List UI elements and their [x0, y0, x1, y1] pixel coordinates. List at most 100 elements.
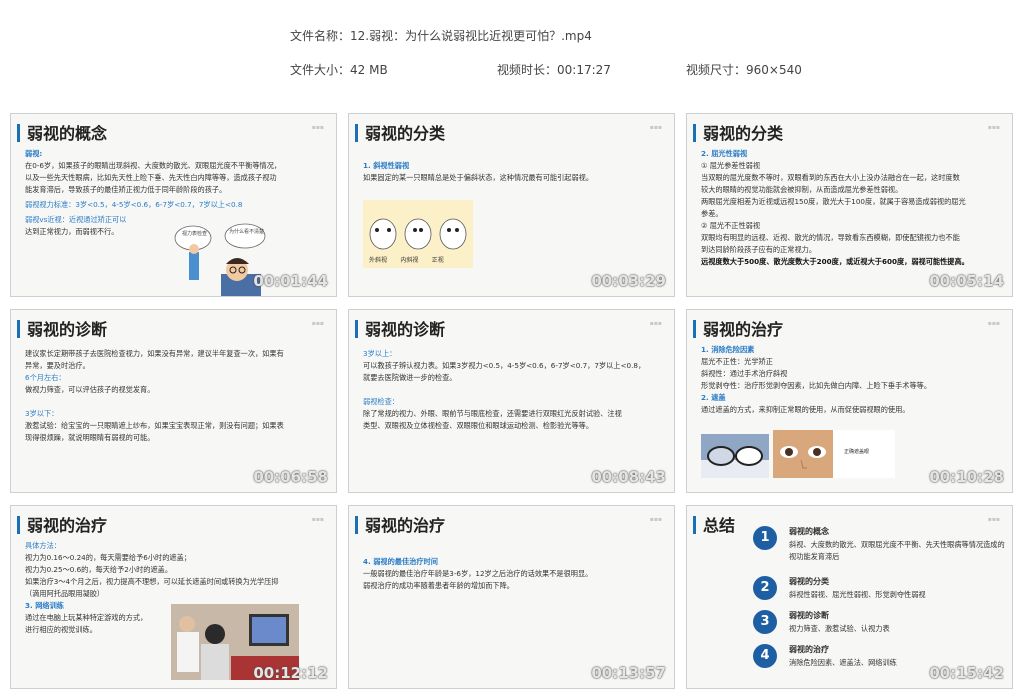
watermark: ▪▪▪: [649, 516, 662, 523]
slide-line: 屈光不正性：光学矫正: [701, 357, 773, 366]
strabismus-labels: 外斜视 内斜视 正视: [369, 255, 479, 264]
summary-desc: 斜视、大度数的散光、双眼屈光度不平衡、先天性眼病等情况造成的视功能发育滞后: [789, 540, 1005, 561]
dimensions-row: 视频尺寸：960×540: [686, 61, 802, 78]
thumbnail-6[interactable]: 弱视的治疗 ▪▪▪ 1. 消除危险因素 屈光不正性：光学矫正 斜视性：通过手术治…: [686, 309, 1013, 493]
title-bar-accent: [355, 124, 358, 142]
file-size-row: 文件大小：42 MB: [290, 61, 388, 78]
title-bar-accent: [17, 320, 20, 338]
slide-line: [363, 384, 664, 396]
title-bar-accent: [693, 320, 696, 338]
timestamp: 00:10:28: [929, 468, 1004, 486]
slide-line: 1. 斜视性弱视: [363, 161, 410, 170]
slide-body: 建议家长定期带孩子去医院检查视力，如果没有异常，建议半年复查一次，如果有 异常，…: [25, 348, 326, 444]
slide-title: 弱视的治疗: [365, 516, 446, 535]
slide-line: 现得很烦躁，就说明眼睛有弱视的可能。: [25, 433, 155, 442]
slide-line: ② 屈光不正性弱视: [701, 221, 761, 230]
slide-line: 6个月左右：: [25, 373, 66, 382]
slide-line: 一般弱视的最佳治疗年龄是3-6岁，12岁之后治疗的话效果不是很明显。: [363, 569, 593, 578]
thumbnail-3[interactable]: 弱视的分类 ▪▪▪ 2. 屈光性弱视 ① 屈光参差性弱视 当双眼的屈光度数不等时…: [686, 113, 1013, 297]
slide-line: 在0-6岁，如果孩子的眼睛出现斜视、大度数的散光、双眼屈光度不平衡等情况，: [25, 161, 282, 170]
title-bar-accent: [355, 320, 358, 338]
slide-line: 除了常规的视力、外眼、眼前节与眼底检查，还需要进行双眼红光反射试验、注视: [363, 409, 622, 418]
timestamp: 00:12:12: [253, 664, 328, 682]
slide-line: 形觉剥夺性：治疗形觉剥夺因素，比如先做白内障、上睑下垂手术等等。: [701, 381, 932, 390]
slide-body: 4. 弱视的最佳治疗时间 一般弱视的最佳治疗年龄是3-6岁，12岁之后治疗的话效…: [363, 556, 664, 592]
watermark: ▪▪▪: [311, 124, 324, 131]
patch-label: 正确遮盖眼: [844, 449, 870, 455]
slide-line: 弱视视力标准：3岁<0.5，4-5岁<0.6，6-7岁<0.7，7岁以上<0.8: [25, 200, 243, 209]
file-name-label: 文件名称：: [290, 29, 351, 43]
number-badge: 1: [753, 526, 777, 550]
slide-line: 能发育滞后，导致孩子的最佳矫正视力低于同年龄阶段的孩子。: [25, 185, 227, 194]
duration-label: 视频时长：: [497, 63, 558, 77]
number-badge: 2: [753, 576, 777, 600]
label-exotropia: 外斜视: [369, 257, 388, 264]
file-size-label: 文件大小：: [290, 63, 351, 77]
slide-title: 弱视的治疗: [27, 516, 108, 535]
watermark: ▪▪▪: [311, 516, 324, 523]
slide-title: 弱视的分类: [703, 124, 784, 143]
summary-desc: 斜视性弱视、屈光性弱视、形觉剥夺性弱视: [789, 590, 926, 599]
title-bar-accent: [17, 124, 20, 142]
slide-title: 弱视的诊断: [365, 320, 446, 339]
thumbnail-grid: 弱视的概念 ▪▪▪ 弱视: 在0-6岁，如果孩子的眼睛出现斜视、大度数的散光、双…: [10, 113, 1016, 693]
watermark: ▪▪▪: [311, 320, 324, 327]
slide-body: 1. 斜视性弱视 如果固定的某一只眼睛总是处于偏斜状态，这种情况最有可能引起弱视…: [363, 160, 664, 184]
slide-line: 就要去医院做进一步的检查。: [363, 373, 457, 382]
slide-line: 以及一些先天性眼病，比如先天性上睑下垂、先天性白内障等等，造成孩子视功: [25, 173, 277, 182]
slide-line: ① 屈光参差性弱视: [701, 161, 761, 170]
label-orthotropia: 正视: [431, 257, 444, 264]
speech-bubble: 视力表检查: [182, 231, 208, 237]
title-bar-accent: [355, 516, 358, 534]
thumbnail-7[interactable]: 弱视的治疗 ▪▪▪ 具体方法： 视力为0.16～0.24的，每天需要给予6小时的…: [10, 505, 337, 689]
thumbnail-1[interactable]: 弱视的概念 ▪▪▪ 弱视: 在0-6岁，如果孩子的眼睛出现斜视、大度数的散光、双…: [10, 113, 337, 297]
timestamp: 00:13:57: [591, 664, 666, 682]
slide-body: 2. 屈光性弱视 ① 屈光参差性弱视 当双眼的屈光度数不等时，双眼看到的东西在大…: [701, 148, 1002, 268]
slide-line: 远视度数大于500度、散光度数大于200度，或近视大于600度，弱视可能性提高。: [701, 257, 969, 266]
timestamp: 00:05:14: [929, 272, 1004, 290]
thumbnail-4[interactable]: 弱视的诊断 ▪▪▪ 建议家长定期带孩子去医院检查视力，如果没有异常，建议半年复查…: [10, 309, 337, 493]
timestamp: 00:06:58: [253, 468, 328, 486]
slide-line: 斜视性：通过手术治疗斜视: [701, 369, 788, 378]
duration-row: 视频时长：00:17:27: [497, 61, 611, 78]
timestamp: 00:15:42: [929, 664, 1004, 682]
slide-line: 1. 消除危险因素: [701, 345, 755, 354]
summary-heading: 弱视的诊断: [789, 611, 829, 620]
thumbnail-5[interactable]: 弱视的诊断 ▪▪▪ 3岁以上： 可以教孩子辨认视力表。如果3岁视力<0.5，4-…: [348, 309, 675, 493]
slide-line: 3岁以下：: [25, 409, 59, 418]
slide-title: 弱视的概念: [27, 124, 108, 143]
slide-line: 视力为0.25～0.6的，每天给予2小时的遮盖。: [25, 565, 173, 574]
slide-line: [25, 396, 326, 408]
slide-line: （滴用阿托品眼用凝胶）: [25, 589, 105, 598]
summary-desc: 视力筛查、激惹试验、认视力表: [789, 624, 890, 633]
slide-line: 4. 弱视的最佳治疗时间: [363, 557, 438, 566]
watermark: ▪▪▪: [649, 124, 662, 131]
duration-value: 00:17:27: [557, 63, 611, 77]
number-badge: 4: [753, 644, 777, 668]
title-bar-accent: [693, 124, 696, 142]
slide-line: 激惹试验：给宝宝的一只眼睛遮上纱布，如果宝宝表现正常，则没有问题；如果表: [25, 421, 284, 430]
slide-line: 通过遮盖的方式，来抑制正常眼的使用，从而促使弱视眼的使用。: [701, 405, 910, 414]
dimensions-value: 960×540: [746, 63, 802, 77]
slide-title: 总结: [703, 516, 736, 535]
number-badge: 3: [753, 610, 777, 634]
thumbnail-2[interactable]: 弱视的分类 ▪▪▪ 1. 斜视性弱视 如果固定的某一只眼睛总是处于偏斜状态，这种…: [348, 113, 675, 297]
slide-line: 类型、双眼视及立体视检查、双眼眼位和眼球运动检测、检影验光等等。: [363, 421, 594, 430]
slide-line: 可以教孩子辨认视力表。如果3岁视力<0.5，4-5岁<0.6，6-7岁<0.7，…: [363, 361, 646, 370]
slide-title: 弱视的诊断: [27, 320, 108, 339]
eye-patch-photo: [773, 430, 895, 478]
slide-line: 做视力筛查，可以评估孩子的视觉发育。: [25, 385, 155, 394]
slide-line: 当双眼的屈光度数不等时，双眼看到的东西在大小上没办法融合在一起，这时度数: [701, 173, 960, 182]
thumbnail-8[interactable]: 弱视的治疗 ▪▪▪ 4. 弱视的最佳治疗时间 一般弱视的最佳治疗年龄是3-6岁，…: [348, 505, 675, 689]
slide-line: 较大的眼睛的视觉功能就会被抑制，从而造成屈光参差性弱视。: [701, 185, 903, 194]
summary-heading: 弱视的治疗: [789, 645, 829, 654]
slide-line: 具体方法：: [25, 541, 61, 550]
slide-line: 两眼屈光度相差为近视或远视150度，散光大于100度，就属于容易造成弱视的屈光: [701, 197, 966, 206]
thumbnail-9[interactable]: 总结 ▪▪▪ 1 弱视的概念 斜视、大度数的散光、双眼屈光度不平衡、先天性眼病等…: [686, 505, 1013, 689]
watermark: ▪▪▪: [987, 124, 1000, 131]
slide-line: 视力为0.16～0.24的，每天需要给予6小时的遮盖；: [25, 553, 191, 562]
slide-line: 2. 遮盖: [701, 393, 726, 402]
watermark: ▪▪▪: [987, 320, 1000, 327]
slide-line: 参差。: [701, 209, 723, 218]
slide-line: 双眼均有明显的远视、近视、散光的情况，导致看东西模糊，即使配镜视力也不能: [701, 233, 960, 242]
